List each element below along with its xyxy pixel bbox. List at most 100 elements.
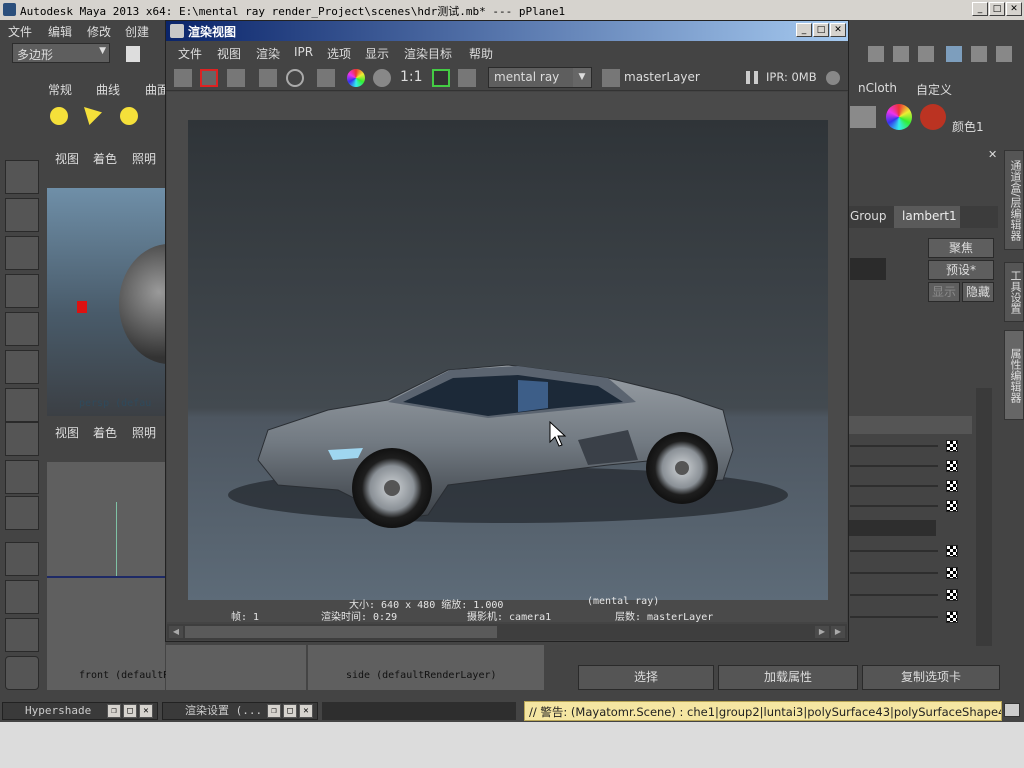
- spot-light-icon[interactable]: [84, 107, 102, 125]
- taskbar-item-render-settings[interactable]: 渲染设置 (... ❐ □ ✕: [162, 702, 318, 720]
- render-view-title-bar[interactable]: 渲染视图 _ □ ✕: [166, 21, 848, 41]
- side-tab-attribute-editor[interactable]: 属性编辑器: [1004, 330, 1024, 420]
- restore-icon[interactable]: ❐: [107, 704, 121, 718]
- attribute-slider-row[interactable]: [850, 480, 960, 492]
- focus-button[interactable]: 聚焦: [928, 238, 994, 258]
- viewport-menu-view[interactable]: 视图: [55, 150, 79, 167]
- restore-icon[interactable]: ❐: [267, 704, 281, 718]
- side-viewport[interactable]: side (defaultRenderLayer): [308, 645, 544, 690]
- move-tool-icon[interactable]: [5, 274, 39, 308]
- material-icon[interactable]: [850, 106, 876, 128]
- rv-menu-help[interactable]: 帮助: [469, 45, 493, 62]
- rv-menu-view[interactable]: 视图: [217, 45, 241, 62]
- scale-tool-icon[interactable]: [5, 350, 39, 384]
- close-button[interactable]: ✕: [1006, 2, 1022, 16]
- shelf-color-label[interactable]: 颜色1: [952, 118, 984, 135]
- hide-button[interactable]: 隐藏: [962, 282, 994, 302]
- render-region-icon[interactable]: [200, 69, 218, 87]
- shelf-tab-general[interactable]: 常规: [48, 81, 72, 98]
- shelf-tool-icon[interactable]: [893, 46, 909, 62]
- attribute-slider-row[interactable]: [850, 611, 960, 623]
- shelf-tab-curves[interactable]: 曲线: [96, 81, 120, 98]
- panel-close-icon[interactable]: ✕: [988, 148, 1000, 161]
- viewport-menu-lighting[interactable]: 照明: [132, 424, 156, 441]
- maximize-icon[interactable]: □: [123, 704, 137, 718]
- ae-color-field[interactable]: [848, 520, 936, 536]
- shelf-tool-icon[interactable]: [946, 46, 962, 62]
- ipr-render-icon[interactable]: [259, 69, 277, 87]
- refresh-ipr-icon[interactable]: [286, 69, 304, 87]
- show-button[interactable]: 显示: [928, 282, 960, 302]
- presets-button[interactable]: 预设*: [928, 260, 994, 280]
- scroll-right-end-icon[interactable]: ▶: [831, 626, 845, 638]
- attribute-slider-row[interactable]: [850, 500, 960, 512]
- side-tab-channel-box[interactable]: 通道盒/层编辑器: [1004, 150, 1024, 250]
- map-button-icon[interactable]: [946, 567, 958, 579]
- snapshot-icon[interactable]: [227, 69, 245, 87]
- rgb-channels-icon[interactable]: [347, 69, 365, 87]
- minimize-button[interactable]: _: [796, 23, 812, 37]
- maximize-icon[interactable]: □: [283, 704, 297, 718]
- color-wheel-icon[interactable]: [886, 104, 912, 130]
- maximize-button[interactable]: □: [813, 23, 829, 37]
- taskbar-item-hypershade[interactable]: Hypershade ❐ □ ✕: [2, 702, 158, 720]
- remove-image-icon[interactable]: [458, 69, 476, 87]
- select-tool-icon[interactable]: [5, 160, 39, 194]
- viewport-menu-shading[interactable]: 着色: [93, 150, 117, 167]
- ae-tab-group[interactable]: Group: [850, 209, 887, 223]
- map-button-icon[interactable]: [946, 589, 958, 601]
- attribute-slider-row[interactable]: [850, 567, 960, 579]
- map-button-icon[interactable]: [946, 611, 958, 623]
- close-icon[interactable]: ✕: [139, 704, 153, 718]
- checker-icon[interactable]: [5, 496, 39, 530]
- real-size-label[interactable]: 1:1: [400, 69, 423, 85]
- map-button-icon[interactable]: [946, 500, 958, 512]
- viewport-menu-lighting[interactable]: 照明: [132, 150, 156, 167]
- paint-select-tool-icon[interactable]: [5, 236, 39, 270]
- attribute-slider-row[interactable]: [850, 545, 960, 557]
- map-button-icon[interactable]: [946, 460, 958, 472]
- alpha-channel-icon[interactable]: [373, 69, 391, 87]
- render-layer-icon[interactable]: [602, 69, 620, 87]
- attribute-slider-row[interactable]: [850, 460, 960, 472]
- scroll-left-icon[interactable]: ◀: [169, 626, 183, 638]
- rv-menu-ipr[interactable]: IPR: [294, 45, 313, 59]
- render-canvas[interactable]: 大小: 640 x 480 缩放: 1.000 (mental ray) 帧: …: [167, 92, 847, 623]
- menu-item-edit[interactable]: 编辑: [48, 23, 72, 40]
- rv-menu-file[interactable]: 文件: [178, 45, 202, 62]
- mode-dropdown[interactable]: 多边形 ▼: [12, 43, 110, 63]
- load-attributes-button[interactable]: 加载属性: [718, 665, 858, 690]
- shelf-tab-custom[interactable]: 自定义: [916, 81, 952, 98]
- ae-scrollbar[interactable]: [976, 388, 992, 646]
- shelf-tool-icon[interactable]: [971, 46, 987, 62]
- close-icon[interactable]: ✕: [299, 704, 313, 718]
- script-editor-icon[interactable]: [1004, 703, 1020, 717]
- scroll-thumb[interactable]: [185, 626, 497, 638]
- rotate-tool-icon[interactable]: [5, 312, 39, 346]
- map-button-icon[interactable]: [946, 545, 958, 557]
- select-button[interactable]: 选择: [578, 665, 714, 690]
- shelf-tab-ncloth[interactable]: nCloth: [858, 81, 897, 95]
- side-tab-tool-settings[interactable]: 工具设置: [1004, 262, 1024, 322]
- menu-item-modify[interactable]: 修改: [87, 23, 111, 40]
- persp-viewport[interactable]: persp (defau: [47, 188, 219, 416]
- soft-mod-tool-icon[interactable]: [5, 422, 39, 456]
- outliner-layout-icon[interactable]: [5, 618, 39, 652]
- render-view-hscrollbar[interactable]: ◀ ▶ ▶: [167, 624, 847, 640]
- viewport-menu-view[interactable]: 视图: [55, 424, 79, 441]
- rv-menu-display[interactable]: 显示: [365, 45, 389, 62]
- renderer-dropdown[interactable]: mental ray ▼: [488, 67, 592, 88]
- command-line-input[interactable]: [322, 702, 516, 720]
- shelf-tool-icon[interactable]: [868, 46, 884, 62]
- rv-menu-render[interactable]: 渲染: [256, 45, 280, 62]
- map-button-icon[interactable]: [946, 440, 958, 452]
- menu-item-file[interactable]: 文件: [8, 23, 32, 40]
- show-manipulator-icon[interactable]: [5, 460, 39, 494]
- ae-tab-lambert1[interactable]: lambert1: [894, 206, 960, 228]
- copy-tab-button[interactable]: 复制选项卡: [862, 665, 1000, 690]
- pause-icon[interactable]: [746, 71, 758, 84]
- front-viewport[interactable]: front (defaultRenderLayer): [47, 462, 236, 690]
- rv-menu-render-target[interactable]: 渲染目标: [404, 45, 452, 62]
- attribute-slider-row[interactable]: [850, 440, 960, 452]
- rv-menu-options[interactable]: 选项: [327, 45, 351, 62]
